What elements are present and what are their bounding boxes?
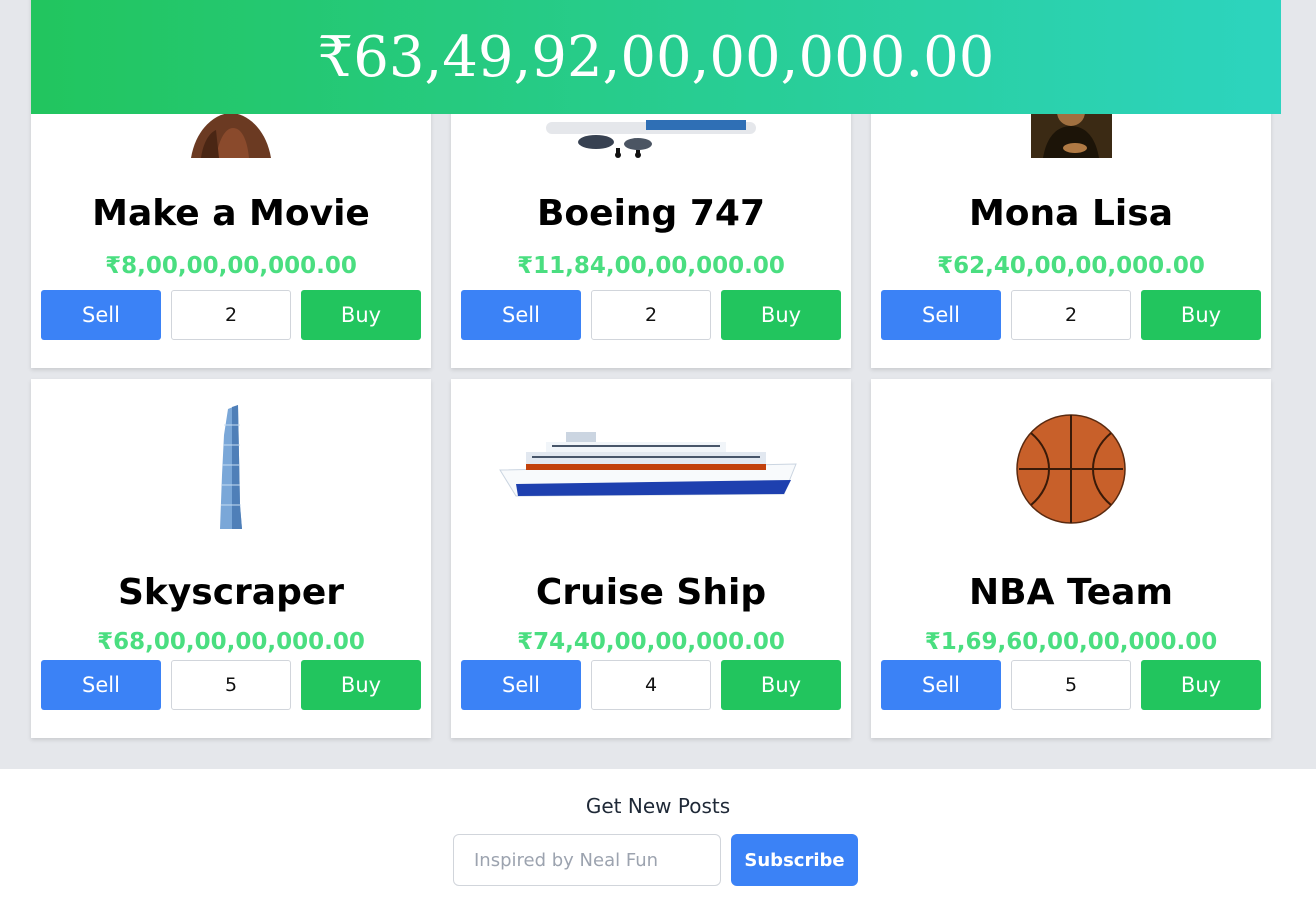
buy-button[interactable]: Buy — [721, 660, 841, 710]
item-card-skyscraper: Skyscraper ₹68,00,00,00,000.00 Sell 5 Bu… — [31, 379, 431, 738]
item-card-nba-team: NBA Team ₹1,69,60,00,00,000.00 Sell 5 Bu… — [871, 379, 1271, 738]
buy-button[interactable]: Buy — [301, 660, 421, 710]
quantity-field[interactable]: 2 — [591, 290, 711, 340]
sell-button[interactable]: Sell — [41, 290, 161, 340]
cruise-ship-image — [451, 419, 851, 509]
item-name: Boeing 747 — [536, 193, 765, 234]
email-input[interactable] — [453, 834, 721, 886]
item-card-cruise-ship: Cruise Ship ₹74,40,00,00,000.00 Sell 4 B… — [451, 379, 851, 738]
skyscraper-image — [31, 405, 431, 529]
subscribe-button[interactable]: Subscribe — [731, 834, 858, 886]
newsletter-heading: Get New Posts — [585, 794, 731, 818]
item-price: ₹8,00,00,00,000.00 — [105, 253, 357, 279]
item-controls: Sell 2 Buy — [881, 290, 1261, 340]
buy-button[interactable]: Buy — [301, 290, 421, 340]
sell-button[interactable]: Sell — [41, 660, 161, 710]
quantity-field[interactable]: 5 — [1011, 660, 1131, 710]
item-controls: Sell 5 Buy — [41, 660, 421, 710]
item-controls: Sell 5 Buy — [881, 660, 1261, 710]
quantity-field[interactable]: 5 — [171, 660, 291, 710]
item-price: ₹62,40,00,00,000.00 — [937, 253, 1205, 279]
item-name: NBA Team — [969, 572, 1173, 613]
newsletter-footer: Get New Posts Subscribe — [0, 769, 1316, 897]
item-name: Mona Lisa — [968, 193, 1173, 234]
sell-button[interactable]: Sell — [461, 290, 581, 340]
item-price: ₹1,69,60,00,00,000.00 — [924, 629, 1218, 655]
buy-button[interactable]: Buy — [1141, 290, 1261, 340]
item-price: ₹68,00,00,00,000.00 — [97, 629, 365, 655]
item-price: ₹74,40,00,00,000.00 — [517, 629, 785, 655]
buy-button[interactable]: Buy — [1141, 660, 1261, 710]
sell-button[interactable]: Sell — [881, 290, 1001, 340]
item-price: ₹11,84,00,00,000.00 — [517, 253, 785, 279]
item-name: Skyscraper — [117, 572, 345, 613]
quantity-field[interactable]: 2 — [1011, 290, 1131, 340]
total-money: ₹63,49,92,00,00,000.00 — [317, 24, 995, 90]
item-controls: Sell 4 Buy — [461, 660, 841, 710]
sell-button[interactable]: Sell — [461, 660, 581, 710]
quantity-field[interactable]: 2 — [171, 290, 291, 340]
total-money-banner: ₹63,49,92,00,00,000.00 — [31, 0, 1281, 114]
item-controls: Sell 2 Buy — [41, 290, 421, 340]
sell-button[interactable]: Sell — [881, 660, 1001, 710]
item-name: Cruise Ship — [535, 572, 767, 613]
item-controls: Sell 2 Buy — [461, 290, 841, 340]
buy-button[interactable]: Buy — [721, 290, 841, 340]
item-name: Make a Movie — [92, 193, 370, 234]
basketball-image — [871, 409, 1271, 529]
quantity-field[interactable]: 4 — [591, 660, 711, 710]
